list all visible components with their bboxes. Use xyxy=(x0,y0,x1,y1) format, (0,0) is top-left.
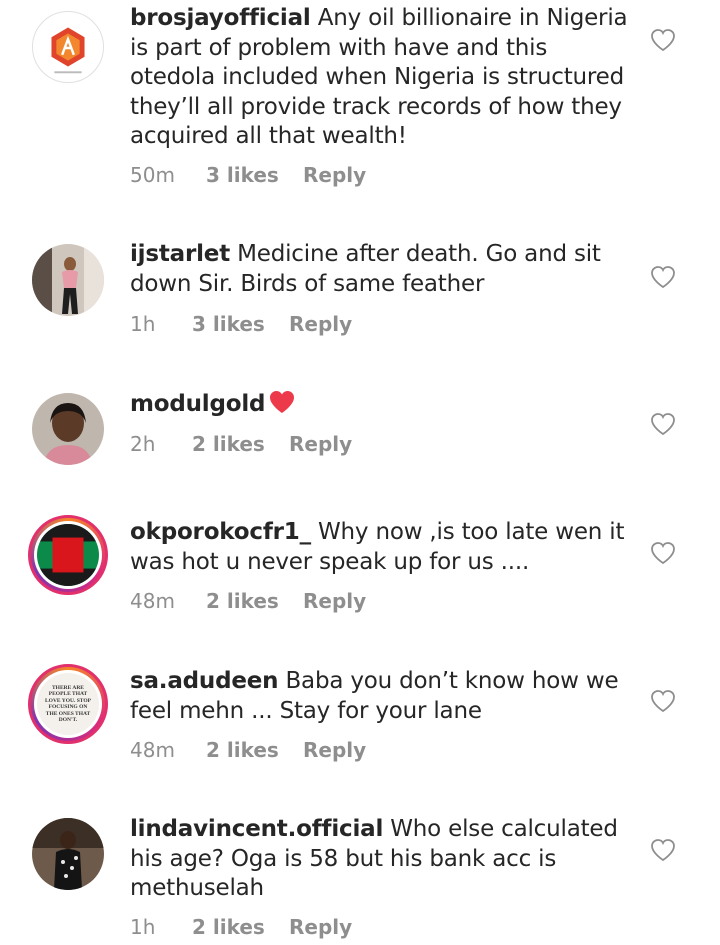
comment-meta: 48m 2 likes Reply xyxy=(130,589,366,613)
reply-button[interactable]: Reply xyxy=(303,738,366,762)
like-heart-icon[interactable] xyxy=(650,412,676,436)
comment-time: 2h xyxy=(130,432,156,456)
like-heart-icon[interactable] xyxy=(650,541,676,565)
person-photo-icon xyxy=(32,393,104,465)
comment-meta: 1h 2 likes Reply xyxy=(130,915,352,939)
comment-meta: 1h 3 likes Reply xyxy=(130,312,352,336)
comment-text: brosjayofficial Any oil billionaire in N… xyxy=(130,4,635,152)
reply-button[interactable]: Reply xyxy=(289,915,352,939)
comment-text: lindavincent.official Who else calculate… xyxy=(130,815,635,904)
reply-button[interactable]: Reply xyxy=(303,589,366,613)
comment-meta: 2h 2 likes Reply xyxy=(130,432,352,456)
avatar[interactable] xyxy=(28,515,108,595)
comment-text: okporokocfr1_ Why now ,is too late wen i… xyxy=(130,518,635,577)
comment-time: 48m xyxy=(130,738,175,762)
comment-likes[interactable]: 3 likes xyxy=(192,312,289,336)
reply-button[interactable]: Reply xyxy=(289,312,352,336)
comment-likes[interactable]: 3 likes xyxy=(206,163,303,187)
comment-likes[interactable]: 2 likes xyxy=(206,589,303,613)
person-photo-icon xyxy=(32,818,104,890)
flag-icon xyxy=(37,524,99,586)
comment-time: 1h xyxy=(130,312,156,336)
comment-text: ijstarlet Medicine after death. Go and s… xyxy=(130,240,635,299)
comment-username[interactable]: okporokocfr1_ xyxy=(130,519,311,545)
quote-card-icon: THERE ARE PEOPLE THAT LOVE YOU. STOP FOC… xyxy=(45,684,91,724)
avatar[interactable]: THERE ARE PEOPLE THAT LOVE YOU. STOP FOC… xyxy=(28,664,108,744)
hexagon-logo-icon xyxy=(33,12,103,82)
comment-meta: 48m 2 likes Reply xyxy=(130,738,366,762)
comment-likes[interactable]: 2 likes xyxy=(192,432,289,456)
comment-time: 50m xyxy=(130,163,175,187)
comment-username[interactable]: modulgold xyxy=(130,391,266,417)
like-heart-icon[interactable] xyxy=(650,689,676,713)
avatar[interactable] xyxy=(32,244,104,316)
avatar[interactable] xyxy=(32,818,104,890)
comment-time: 1h xyxy=(130,915,156,939)
avatar[interactable] xyxy=(32,393,104,465)
comment-username[interactable]: sa.adudeen xyxy=(130,668,279,694)
like-heart-icon[interactable] xyxy=(650,265,676,289)
comment-meta: 50m 3 likes Reply xyxy=(130,163,366,187)
like-heart-icon[interactable] xyxy=(650,838,676,862)
person-photo-icon xyxy=(32,244,104,316)
comment-likes[interactable]: 2 likes xyxy=(206,738,303,762)
reply-button[interactable]: Reply xyxy=(289,432,352,456)
comment-username[interactable]: brosjayofficial xyxy=(130,5,311,31)
comment-time: 48m xyxy=(130,589,175,613)
comment-username[interactable]: ijstarlet xyxy=(130,241,230,267)
comment-text: sa.adudeen Baba you don’t know how we fe… xyxy=(130,667,635,726)
comment-text: modulgold xyxy=(130,390,635,420)
red-heart-emoji-icon xyxy=(270,391,295,413)
like-heart-icon[interactable] xyxy=(650,28,676,52)
avatar[interactable] xyxy=(32,11,104,83)
comment-username[interactable]: lindavincent.official xyxy=(130,816,383,842)
reply-button[interactable]: Reply xyxy=(303,163,366,187)
comment-likes[interactable]: 2 likes xyxy=(192,915,289,939)
